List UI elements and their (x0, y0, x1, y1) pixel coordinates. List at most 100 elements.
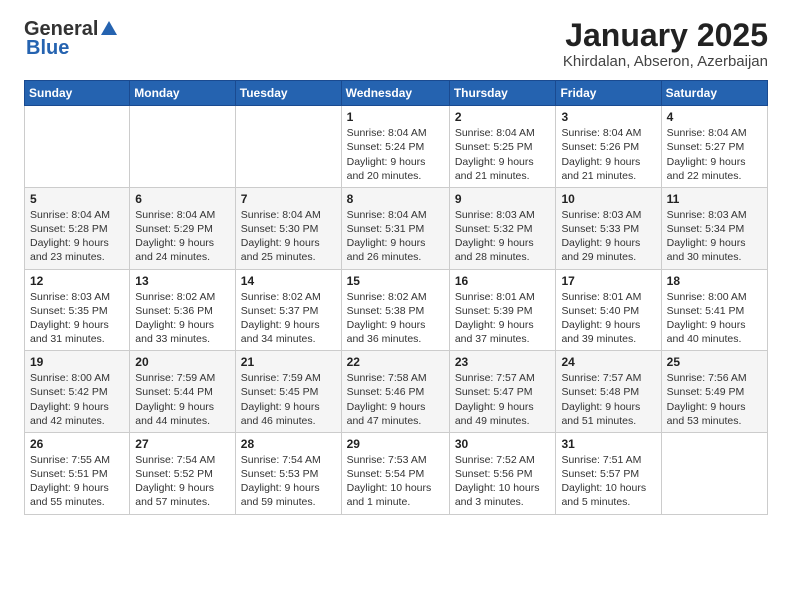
calendar-cell: 2 Sunrise: 8:04 AMSunset: 5:25 PMDaylight… (449, 106, 556, 188)
header-wednesday: Wednesday (341, 81, 449, 106)
calendar-cell: 3Sunrise: 8:04 AMSunset: 5:26 PMDaylight… (556, 106, 661, 188)
day-info: Sunrise: 8:04 AMSunset: 5:26 PMDaylight:… (561, 126, 655, 183)
header-monday: Monday (130, 81, 236, 106)
day-number: 2 (455, 110, 551, 124)
day-number: 30 (455, 437, 551, 451)
day-info: Sunrise: 7:54 AMSunset: 5:52 PMDaylight:… (135, 453, 230, 510)
day-number: 31 (561, 437, 655, 451)
calendar-cell: 19Sunrise: 8:00 AMSunset: 5:42 PMDayligh… (25, 351, 130, 433)
day-number: 8 (347, 192, 444, 206)
day-info: Sunrise: 7:55 AMSunset: 5:51 PMDaylight:… (30, 453, 124, 510)
day-info: Sunrise: 8:02 AMSunset: 5:38 PMDaylight:… (347, 290, 444, 347)
day-number: 27 (135, 437, 230, 451)
day-number: 15 (347, 274, 444, 288)
day-info: Sunrise: 7:51 AMSunset: 5:57 PMDaylight:… (561, 453, 655, 510)
calendar-cell: 7Sunrise: 8:04 AMSunset: 5:30 PMDaylight… (235, 187, 341, 269)
logo: General Blue (24, 18, 118, 60)
day-number: 4 (667, 110, 762, 124)
day-info: Sunrise: 7:58 AMSunset: 5:46 PMDaylight:… (347, 371, 444, 428)
calendar-week-3: 12 Sunrise: 8:03 AMSunset: 5:35 PMDayligh… (25, 269, 768, 351)
calendar-cell: 16 Sunrise: 8:01 AMSunset: 5:39 PMDayligh… (449, 269, 556, 351)
day-info: Sunrise: 8:00 AMSunset: 5:41 PMDaylight:… (667, 290, 762, 347)
day-info: Sunrise: 8:03 AMSunset: 5:34 PMDaylight:… (667, 208, 762, 265)
day-info: Sunrise: 8:04 AMSunset: 5:29 PMDaylight:… (135, 208, 230, 265)
calendar-cell: 6Sunrise: 8:04 AMSunset: 5:29 PMDaylight… (130, 187, 236, 269)
calendar-cell: 10 Sunrise: 8:03 AMSunset: 5:33 PMDayligh… (556, 187, 661, 269)
day-info: Sunrise: 8:02 AMSunset: 5:37 PMDaylight:… (241, 290, 336, 347)
calendar-cell (661, 432, 767, 514)
day-number: 1 (347, 110, 444, 124)
day-number: 25 (667, 355, 762, 369)
calendar-cell: 22 Sunrise: 7:58 AMSunset: 5:46 PMDayligh… (341, 351, 449, 433)
calendar-cell: 8 Sunrise: 8:04 AMSunset: 5:31 PMDaylight… (341, 187, 449, 269)
calendar-cell: 14 Sunrise: 8:02 AMSunset: 5:37 PMDayligh… (235, 269, 341, 351)
calendar-week-2: 5Sunrise: 8:04 AMSunset: 5:28 PMDaylight… (25, 187, 768, 269)
calendar-cell: 9Sunrise: 8:03 AMSunset: 5:32 PMDaylight… (449, 187, 556, 269)
logo-icon (100, 19, 118, 37)
day-number: 10 (561, 192, 655, 206)
calendar-cell: 1Sunrise: 8:04 AMSunset: 5:24 PMDaylight… (341, 106, 449, 188)
day-info: Sunrise: 7:57 AMSunset: 5:48 PMDaylight:… (561, 371, 655, 428)
calendar-subtitle: Khirdalan, Abseron, Azerbaijan (563, 53, 768, 70)
calendar-week-5: 26 Sunrise: 7:55 AMSunset: 5:51 PMDayligh… (25, 432, 768, 514)
calendar-cell: 17 Sunrise: 8:01 AMSunset: 5:40 PMDayligh… (556, 269, 661, 351)
calendar-header-row: SundayMondayTuesdayWednesdayThursdayFrid… (25, 81, 768, 106)
calendar-title: January 2025 (563, 18, 768, 53)
calendar-cell (25, 106, 130, 188)
calendar-week-1: 1Sunrise: 8:04 AMSunset: 5:24 PMDaylight… (25, 106, 768, 188)
day-number: 12 (30, 274, 124, 288)
calendar-cell: 29 Sunrise: 7:53 AMSunset: 5:54 PMDayligh… (341, 432, 449, 514)
day-info: Sunrise: 7:59 AMSunset: 5:44 PMDaylight:… (135, 371, 230, 428)
day-number: 11 (667, 192, 762, 206)
header-sunday: Sunday (25, 81, 130, 106)
day-number: 5 (30, 192, 124, 206)
calendar-week-4: 19Sunrise: 8:00 AMSunset: 5:42 PMDayligh… (25, 351, 768, 433)
calendar-cell: 31 Sunrise: 7:51 AMSunset: 5:57 PMDayligh… (556, 432, 661, 514)
calendar-cell: 21Sunrise: 7:59 AMSunset: 5:45 PMDayligh… (235, 351, 341, 433)
day-info: Sunrise: 7:53 AMSunset: 5:54 PMDaylight:… (347, 453, 444, 510)
title-block: January 2025 Khirdalan, Abseron, Azerbai… (563, 18, 768, 70)
day-number: 18 (667, 274, 762, 288)
day-info: Sunrise: 8:02 AMSunset: 5:36 PMDaylight:… (135, 290, 230, 347)
calendar-cell (130, 106, 236, 188)
day-number: 13 (135, 274, 230, 288)
day-number: 20 (135, 355, 230, 369)
day-info: Sunrise: 8:03 AMSunset: 5:35 PMDaylight:… (30, 290, 124, 347)
day-info: Sunrise: 8:04 AMSunset: 5:25 PMDaylight:… (455, 126, 551, 183)
calendar-cell: 30Sunrise: 7:52 AMSunset: 5:56 PMDayligh… (449, 432, 556, 514)
calendar-cell: 23Sunrise: 7:57 AMSunset: 5:47 PMDayligh… (449, 351, 556, 433)
day-number: 24 (561, 355, 655, 369)
day-info: Sunrise: 8:04 AMSunset: 5:27 PMDaylight:… (667, 126, 762, 183)
calendar-cell: 26 Sunrise: 7:55 AMSunset: 5:51 PMDayligh… (25, 432, 130, 514)
calendar-cell: 5Sunrise: 8:04 AMSunset: 5:28 PMDaylight… (25, 187, 130, 269)
day-info: Sunrise: 7:56 AMSunset: 5:49 PMDaylight:… (667, 371, 762, 428)
day-number: 16 (455, 274, 551, 288)
calendar-cell: 20 Sunrise: 7:59 AMSunset: 5:44 PMDayligh… (130, 351, 236, 433)
calendar-cell: 12 Sunrise: 8:03 AMSunset: 5:35 PMDayligh… (25, 269, 130, 351)
day-number: 14 (241, 274, 336, 288)
calendar-cell (235, 106, 341, 188)
day-number: 26 (30, 437, 124, 451)
calendar-cell: 15 Sunrise: 8:02 AMSunset: 5:38 PMDayligh… (341, 269, 449, 351)
day-number: 9 (455, 192, 551, 206)
calendar-cell: 27 Sunrise: 7:54 AMSunset: 5:52 PMDayligh… (130, 432, 236, 514)
day-number: 29 (347, 437, 444, 451)
day-info: Sunrise: 8:04 AMSunset: 5:31 PMDaylight:… (347, 208, 444, 265)
calendar-cell: 28 Sunrise: 7:54 AMSunset: 5:53 PMDayligh… (235, 432, 341, 514)
day-info: Sunrise: 7:59 AMSunset: 5:45 PMDaylight:… (241, 371, 336, 428)
day-info: Sunrise: 8:01 AMSunset: 5:40 PMDaylight:… (561, 290, 655, 347)
header: General Blue January 2025 Khirdalan, Abs… (24, 18, 768, 70)
header-saturday: Saturday (661, 81, 767, 106)
header-tuesday: Tuesday (235, 81, 341, 106)
day-number: 17 (561, 274, 655, 288)
day-info: Sunrise: 8:03 AMSunset: 5:33 PMDaylight:… (561, 208, 655, 265)
logo-blue-text: Blue (26, 37, 69, 60)
day-number: 28 (241, 437, 336, 451)
day-number: 7 (241, 192, 336, 206)
day-info: Sunrise: 7:54 AMSunset: 5:53 PMDaylight:… (241, 453, 336, 510)
day-number: 19 (30, 355, 124, 369)
calendar-cell: 11 Sunrise: 8:03 AMSunset: 5:34 PMDayligh… (661, 187, 767, 269)
day-number: 22 (347, 355, 444, 369)
calendar-cell: 18 Sunrise: 8:00 AMSunset: 5:41 PMDayligh… (661, 269, 767, 351)
day-info: Sunrise: 8:01 AMSunset: 5:39 PMDaylight:… (455, 290, 551, 347)
